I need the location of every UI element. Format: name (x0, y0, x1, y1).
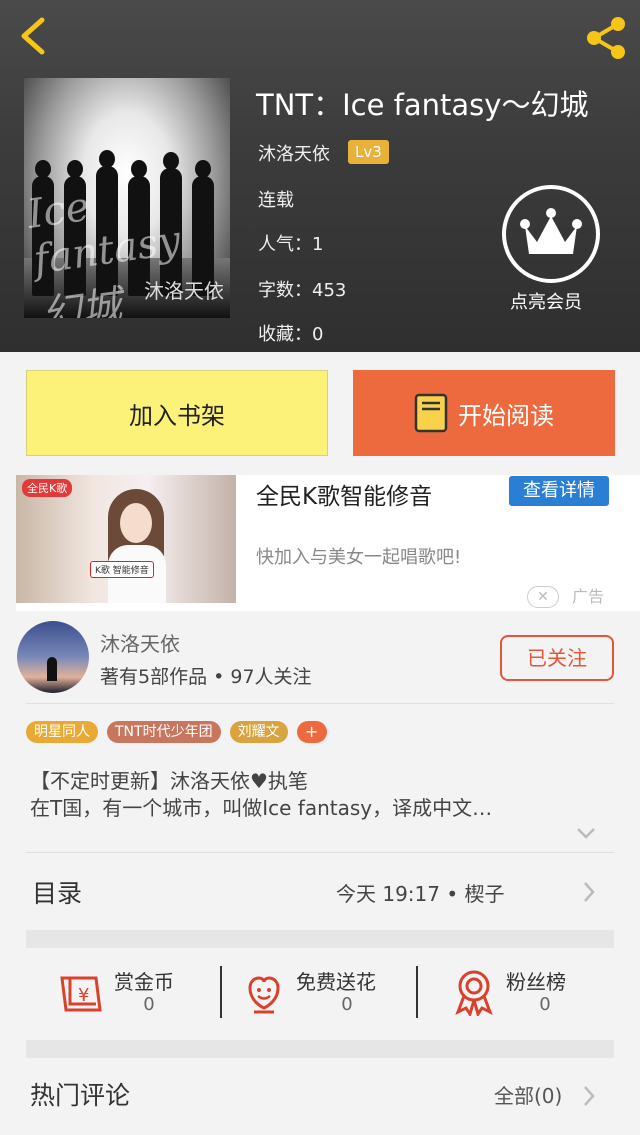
add-tag-button[interactable]: + (296, 721, 327, 743)
book-cover[interactable]: Ice fantasy 幻城 沐洛天依 (24, 78, 230, 318)
share-button[interactable] (582, 14, 630, 62)
ad-detail-button[interactable]: 查看详情 (509, 476, 609, 506)
chevron-right-icon[interactable] (582, 880, 596, 904)
ad-headline[interactable]: 全民K歌智能修音 (256, 477, 432, 511)
word-count: 字数：453 (258, 280, 347, 301)
flower-icon (248, 976, 280, 1014)
favorites-count: 收藏：0 (258, 324, 324, 345)
tag-item[interactable]: 刘耀文 (229, 721, 288, 743)
ad-image-chip: K歌 智能修音 (90, 561, 154, 578)
svg-text:¥: ¥ (78, 985, 89, 1006)
reward-label: 赏金币 (114, 970, 174, 994)
description-line: 【不定时更新】沐洛天依♥执笔 (30, 769, 308, 793)
toc-latest-update[interactable]: 今天 19:17 • 楔子 (336, 878, 505, 907)
author-card-name[interactable]: 沐洛天依 (100, 628, 180, 657)
add-to-shelf-button[interactable]: 加入书架 (26, 370, 328, 456)
reward-label: 粉丝榜 (506, 970, 566, 994)
author-card[interactable]: 沐洛天依 著有5部作品 • 97人关注 已关注 (0, 614, 640, 704)
start-reading-button[interactable]: 开始阅读 (353, 370, 615, 456)
share-icon (587, 17, 625, 59)
ad-tag-label: 广告 (572, 587, 605, 606)
toc-title[interactable]: 目录 (32, 874, 82, 910)
ad-image-logo: 全民K歌 (22, 479, 73, 497)
book-icon (414, 393, 448, 433)
reward-coin-button[interactable]: ¥ 赏金币 0 (56, 964, 196, 1024)
hot-comments-title: 热门评论 (30, 1081, 131, 1110)
back-button[interactable] (14, 14, 58, 58)
ad-banner[interactable]: 全民K歌 K歌 智能修音 全民K歌智能修音 查看详情 快加入与美女一起唱歌吧! … (16, 475, 640, 611)
medal-icon (455, 970, 493, 1016)
description-line: 在T国，有一个城市，叫做Ice fantasy，译成中文… (30, 796, 493, 820)
reward-label: 免费送花 (296, 970, 376, 994)
section-separator (26, 930, 614, 948)
reward-count: 0 (341, 994, 353, 1015)
book-title: TNT：Ice fantasy～幻城 (256, 88, 589, 122)
send-flower-button[interactable]: 免费送花 0 (240, 964, 410, 1024)
vip-button[interactable] (502, 185, 600, 283)
ad-tag: 广告 (572, 583, 604, 607)
reward-count: 0 (539, 994, 551, 1015)
vip-label[interactable]: 点亮会员 (510, 288, 582, 314)
book-status: 连载 (258, 190, 294, 211)
start-reading-label: 开始阅读 (458, 401, 554, 430)
level-badge: Lv3 (348, 140, 389, 164)
expand-chevron-icon[interactable] (576, 826, 596, 840)
fan-ranking-button[interactable]: 粉丝榜 0 (450, 964, 600, 1024)
author-avatar[interactable] (17, 621, 89, 693)
divider (220, 966, 222, 1018)
cover-author-art: 沐洛天依 (144, 279, 224, 303)
back-arrow-icon (21, 17, 45, 55)
section-separator (26, 1040, 614, 1058)
reward-count: 0 (143, 994, 155, 1015)
chevron-right-icon[interactable] (582, 1084, 596, 1108)
book-header: Ice fantasy 幻城 沐洛天依 TNT：Ice fantasy～幻城 沐… (0, 0, 640, 352)
divider (416, 966, 418, 1018)
popularity-count: 人气：1 (258, 234, 324, 255)
tag-item[interactable]: 明星同人 (26, 721, 98, 743)
follow-button[interactable]: 已关注 (500, 635, 614, 681)
coin-envelope-icon: ¥ (60, 976, 102, 1012)
author-name[interactable]: 沐洛天依 (258, 140, 330, 166)
tag-item[interactable]: TNT时代少年团 (107, 721, 221, 743)
tag-list: 明星同人 TNT时代少年团 刘耀文 + (26, 721, 327, 743)
ad-subtitle: 快加入与美女一起唱歌吧! (256, 547, 462, 568)
divider (26, 852, 614, 853)
ad-image[interactable]: 全民K歌 K歌 智能修音 (16, 475, 236, 603)
author-card-stats: 著有5部作品 • 97人关注 (100, 666, 312, 688)
all-comments-link[interactable]: 全部(0) (494, 1080, 562, 1109)
divider (26, 703, 614, 704)
book-description[interactable]: 【不定时更新】沐洛天依♥执笔 在T国，有一个城市，叫做Ice fantasy，译… (30, 768, 610, 822)
ad-close-icon[interactable]: ✕ (527, 586, 559, 608)
add-to-shelf-label: 加入书架 (129, 401, 225, 430)
crown-icon (520, 208, 582, 254)
